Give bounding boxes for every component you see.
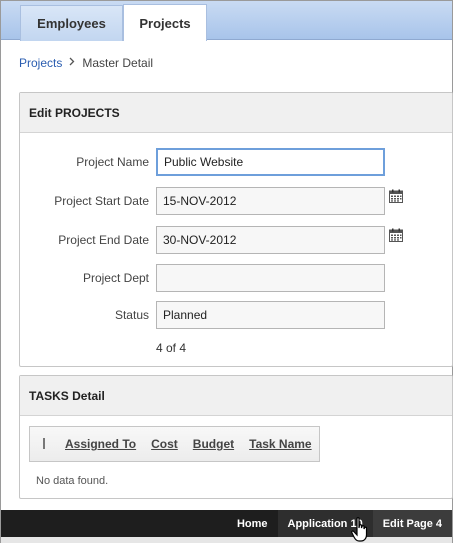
- form-row-project-name: Project Name: [20, 148, 453, 176]
- tab-projects[interactable]: Projects: [123, 4, 207, 41]
- tasks-detail-region: TASKS Detail Assigned To Cost Budget Tas…: [19, 375, 453, 499]
- start-date-input[interactable]: [156, 187, 385, 215]
- record-counter: 4 of 4: [156, 341, 187, 355]
- breadcrumb-current: Master Detail: [82, 56, 154, 70]
- chevron-right-icon: [69, 57, 75, 65]
- form-row-status: Status: [20, 301, 453, 329]
- breadcrumb-link-projects[interactable]: Projects: [19, 56, 62, 70]
- project-name-label: Project Name: [76, 155, 149, 169]
- project-dept-label: Project Dept: [82, 271, 149, 285]
- edit-projects-region: Edit PROJECTS Project Name Project Start…: [19, 92, 453, 367]
- column-header-budget[interactable]: Budget: [193, 437, 234, 451]
- devbar-home-link[interactable]: Home: [227, 510, 278, 537]
- hand-pointer-icon: [351, 517, 368, 542]
- calendar-icon[interactable]: [389, 189, 403, 203]
- status-input[interactable]: [156, 301, 385, 329]
- breadcrumb: Projects Master Detail: [19, 56, 153, 70]
- form-row-end-date: Project End Date: [20, 226, 453, 254]
- region-title: TASKS Detail: [20, 376, 452, 416]
- end-date-label: Project End Date: [58, 233, 149, 247]
- start-date-label: Project Start Date: [54, 194, 149, 208]
- developer-toolbar: Home Application 10 Edit Page 4: [1, 510, 452, 537]
- tab-projects-label: Projects: [139, 15, 191, 31]
- select-all-checkbox[interactable]: [43, 437, 45, 449]
- no-data-message: No data found.: [36, 475, 109, 487]
- column-header-task-name[interactable]: Task Name: [249, 437, 311, 451]
- region-title: Edit PROJECTS: [20, 93, 452, 133]
- form-row-project-dept: Project Dept: [20, 264, 453, 292]
- project-dept-input[interactable]: [156, 264, 385, 292]
- tasks-table-header: Assigned To Cost Budget Task Name: [29, 426, 320, 462]
- calendar-icon[interactable]: [389, 228, 403, 242]
- form-row-start-date: Project Start Date: [20, 187, 453, 215]
- browser-status-line: [1, 537, 452, 543]
- devbar-edit-page-link[interactable]: Edit Page 4: [372, 510, 452, 537]
- column-header-cost[interactable]: Cost: [151, 437, 178, 451]
- status-label: Status: [114, 308, 149, 322]
- column-header-assigned-to[interactable]: Assigned To: [65, 437, 136, 451]
- project-name-input[interactable]: [156, 148, 385, 176]
- top-tab-bar: Employees Projects: [1, 1, 452, 41]
- end-date-input[interactable]: [156, 226, 385, 254]
- tab-employees-label: Employees: [37, 16, 106, 31]
- tab-employees[interactable]: Employees: [20, 5, 123, 41]
